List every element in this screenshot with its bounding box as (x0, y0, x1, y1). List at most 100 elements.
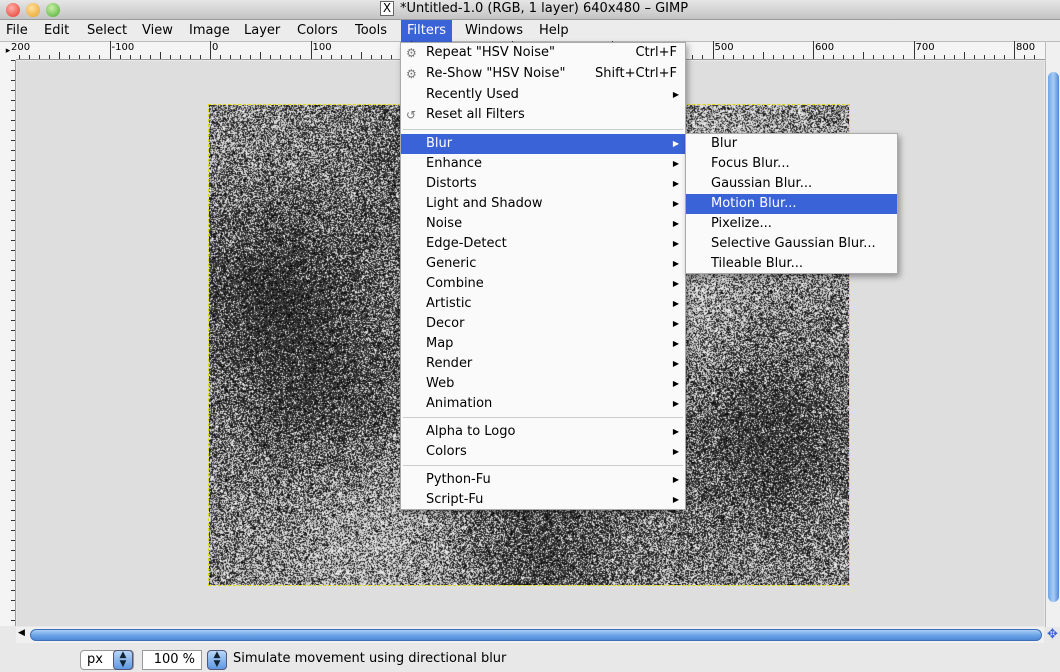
submenu-arrow-icon: ▶ (673, 174, 679, 194)
ruler-tick (11, 230, 15, 231)
menu-item-blur[interactable]: Blur ▶ (401, 134, 685, 154)
menu-item-label: Repeat "HSV Noise" (426, 45, 555, 60)
menu-colors[interactable]: Colors (291, 20, 344, 42)
menu-item-accel: Ctrl+F (635, 43, 677, 63)
horizontal-scroll-thumb[interactable] (30, 629, 1042, 641)
zoom-field[interactable]: 100 % (142, 650, 202, 670)
menu-item-blur[interactable]: Blur (686, 134, 897, 154)
menu-view[interactable]: View (136, 20, 179, 42)
menu-item-map[interactable]: Map ▶ (401, 334, 685, 354)
navigate-icon[interactable]: ✥ (1045, 627, 1060, 643)
menu-item-motion-blur[interactable]: Motion Blur... (686, 194, 897, 214)
menu-item-re-show-hsv-noise[interactable]: ⚙ Re-Show "HSV Noise" Shift+Ctrl+F (401, 64, 685, 84)
zoom-select-arrows-icon[interactable]: ▲ ▼ (207, 650, 227, 670)
ruler-tick (924, 55, 925, 59)
menu-tools[interactable]: Tools (349, 20, 393, 42)
ruler-tick (11, 540, 15, 541)
ruler-tick (120, 55, 121, 59)
vertical-scrollbar[interactable] (1045, 42, 1060, 627)
menu-image[interactable]: Image (183, 20, 236, 42)
ruler-tick (11, 120, 15, 121)
ruler-tick (11, 320, 15, 321)
vertical-scroll-thumb[interactable] (1048, 72, 1059, 602)
menu-item-label: Combine (426, 276, 484, 291)
menu-item-label: Blur (711, 136, 737, 151)
menu-item-decor[interactable]: Decor ▶ (401, 314, 685, 334)
ruler-tick (11, 220, 15, 221)
ruler-tick (692, 55, 693, 59)
ruler-tick (783, 55, 784, 59)
scroll-left-arrow-icon[interactable]: ◀ (18, 628, 25, 638)
menu-item-label: Colors (426, 444, 467, 459)
menu-item-artistic[interactable]: Artistic ▶ (401, 294, 685, 314)
menu-edit[interactable]: Edit (38, 20, 75, 42)
menu-item-distorts[interactable]: Distorts ▶ (401, 174, 685, 194)
unit-select-arrows-icon[interactable]: ▲ ▼ (113, 650, 133, 670)
ruler-tick (763, 52, 764, 59)
ruler-tick (944, 55, 945, 59)
ruler-tick (11, 600, 15, 601)
ruler-tick (713, 41, 714, 59)
menu-item-combine[interactable]: Combine ▶ (401, 274, 685, 294)
menu-item-python-fu[interactable]: Python-Fu ▶ (401, 470, 685, 490)
menu-item-script-fu[interactable]: Script-Fu ▶ (401, 490, 685, 510)
ruler-label: 0 (212, 42, 218, 53)
menu-item-reset-all-filters[interactable]: ↺ Reset all Filters (401, 105, 685, 125)
menu-item-focus-blur[interactable]: Focus Blur... (686, 154, 897, 174)
menu-item-edge-detect[interactable]: Edge-Detect ▶ (401, 234, 685, 254)
submenu-arrow-icon: ▶ (673, 85, 679, 105)
menu-windows[interactable]: Windows (459, 20, 529, 42)
menu-item-recently-used[interactable]: Recently Used ▶ (401, 85, 685, 105)
menu-item-label: Noise (426, 216, 462, 231)
menu-item-light-and-shadow[interactable]: Light and Shadow ▶ (401, 194, 685, 214)
ruler-tick (29, 55, 30, 59)
menu-layer[interactable]: Layer (238, 20, 286, 42)
submenu-arrow-icon: ▶ (673, 374, 679, 394)
ruler-tick (873, 55, 874, 59)
menu-item-web[interactable]: Web ▶ (401, 374, 685, 394)
minimize-button[interactable] (26, 3, 40, 17)
menu-item-noise[interactable]: Noise ▶ (401, 214, 685, 234)
menu-item-render[interactable]: Render ▶ (401, 354, 685, 374)
ruler-tick (11, 210, 15, 211)
menu-item-selective-gaussian-blur[interactable]: Selective Gaussian Blur... (686, 234, 897, 254)
ruler-tick (220, 55, 221, 59)
ruler-tick (984, 55, 985, 59)
menu-item-pixelize[interactable]: Pixelize... (686, 214, 897, 234)
menu-item-repeat-hsv-noise[interactable]: ⚙ Repeat "HSV Noise" Ctrl+F (401, 43, 685, 63)
submenu-arrow-icon: ▶ (673, 470, 679, 490)
menu-item-generic[interactable]: Generic ▶ (401, 254, 685, 274)
ruler-tick (11, 500, 15, 501)
menu-item-colors[interactable]: Colors ▶ (401, 442, 685, 462)
menu-help[interactable]: Help (533, 20, 575, 42)
menu-file[interactable]: File (0, 20, 34, 42)
menu-item-tileable-blur[interactable]: Tileable Blur... (686, 254, 897, 274)
menu-select[interactable]: Select (81, 20, 133, 42)
zoom-button[interactable] (46, 3, 60, 17)
ruler-tick (702, 55, 703, 59)
ruler-tick (994, 55, 995, 59)
ruler-tick (863, 52, 864, 59)
submenu-arrow-icon: ▶ (673, 214, 679, 234)
vertical-ruler (0, 60, 16, 626)
menu-filters[interactable]: Filters (401, 20, 452, 42)
ruler-tick (11, 80, 15, 81)
close-button[interactable] (6, 3, 20, 17)
menu-item-label: Web (426, 376, 454, 391)
ruler-tick (79, 55, 80, 59)
ruler-tick (99, 55, 100, 59)
menu-item-animation[interactable]: Animation ▶ (401, 394, 685, 414)
ruler-tick (11, 550, 15, 551)
menu-item-label: Generic (426, 256, 476, 271)
menu-item-label: Reset all Filters (426, 107, 525, 122)
ruler-tick (914, 41, 915, 59)
window-title: X *Untitled-1.0 (RGB, 1 layer) 640x480 – … (380, 1, 688, 16)
ruler-tick (803, 55, 804, 59)
horizontal-scrollbar[interactable]: ◀ (16, 627, 1044, 643)
unit-value: px (87, 652, 103, 667)
menu-item-gaussian-blur[interactable]: Gaussian Blur... (686, 174, 897, 194)
menu-item-enhance[interactable]: Enhance ▶ (401, 154, 685, 174)
ruler-tick (823, 55, 824, 59)
ruler-tick (954, 55, 955, 59)
menu-item-alpha-to-logo[interactable]: Alpha to Logo ▶ (401, 422, 685, 442)
